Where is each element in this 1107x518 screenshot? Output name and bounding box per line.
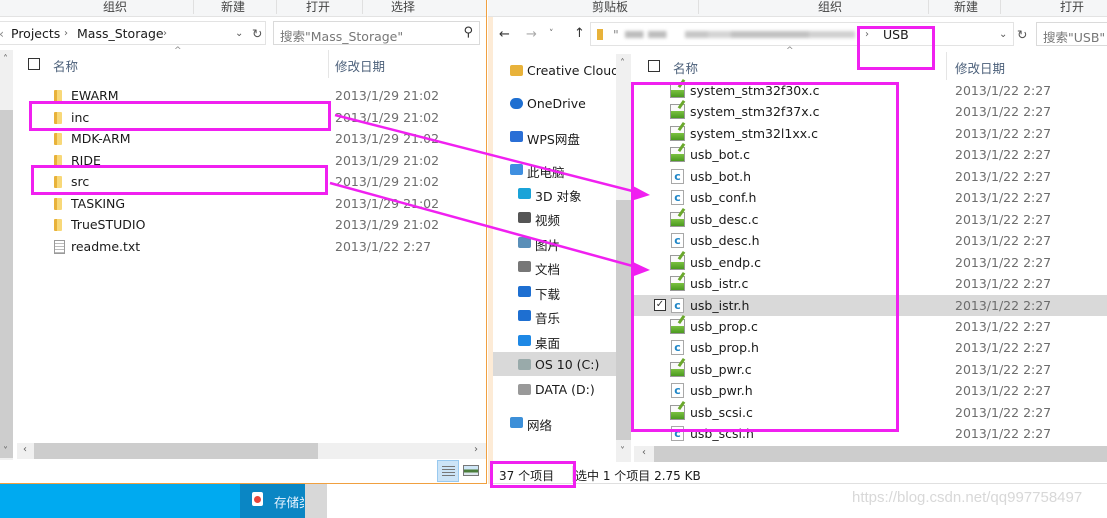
arrow-src-head: [633, 262, 650, 276]
arrow-inc-line: [334, 113, 641, 195]
annotation-arrows: [329, 113, 650, 276]
arrow-inc-head: [633, 186, 650, 200]
arrow-src-line: [329, 181, 641, 270]
